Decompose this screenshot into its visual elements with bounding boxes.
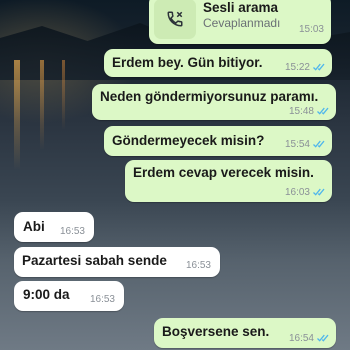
call-title: Sesli arama bbox=[203, 0, 279, 15]
message-bubble-outgoing[interactable]: Erdem bey. Gün bitiyor. 15:22 bbox=[104, 49, 332, 77]
message-time-text: 16:03 bbox=[284, 187, 310, 198]
message-text: Erdem bey. Gün bitiyor. bbox=[112, 55, 263, 70]
message-time: 16:54 bbox=[289, 333, 330, 344]
missed-call-bubble[interactable]: Sesli arama Cevaplanmadı 15:03 bbox=[149, 0, 331, 44]
message-time-text: 16:54 bbox=[288, 333, 314, 344]
read-ticks-icon bbox=[317, 334, 330, 342]
missed-call-phone-icon bbox=[154, 0, 196, 39]
message-text: 9:00 da bbox=[23, 287, 70, 302]
message-bubble-incoming[interactable]: Abi 16:53 bbox=[14, 212, 94, 242]
message-text: Neden göndermiyorsunuz paramı. bbox=[100, 89, 319, 104]
call-subtitle: Cevaplanmadı bbox=[203, 16, 281, 30]
message-time: 15:22 bbox=[285, 62, 326, 73]
call-time: 15:03 bbox=[298, 24, 324, 35]
message-text: Pazartesi sabah sende bbox=[22, 253, 167, 268]
message-bubble-outgoing[interactable]: Neden göndermiyorsunuz paramı. 15:48 bbox=[92, 84, 336, 120]
message-bubble-incoming[interactable]: Pazartesi sabah sende 16:53 bbox=[14, 247, 220, 277]
message-time: 16:03 bbox=[285, 187, 326, 198]
message-time-text: 15:48 bbox=[288, 106, 314, 117]
message-bubble-outgoing[interactable]: Erdem cevap verecek misin. 16:03 bbox=[125, 160, 332, 202]
message-time: 16:53 bbox=[59, 226, 85, 237]
message-text: Göndermeyecek misin? bbox=[112, 133, 265, 148]
message-time: 15:54 bbox=[285, 139, 326, 150]
message-text: Boşversene sen. bbox=[162, 324, 270, 339]
message-time-text: 15:54 bbox=[284, 139, 310, 150]
message-time: 16:53 bbox=[185, 260, 211, 271]
message-text: Erdem cevap verecek misin. bbox=[133, 165, 314, 180]
read-ticks-icon bbox=[313, 188, 326, 196]
message-bubble-incoming[interactable]: 9:00 da 16:53 bbox=[14, 281, 124, 311]
message-text: Abi bbox=[23, 219, 45, 234]
read-ticks-icon bbox=[317, 107, 330, 115]
read-ticks-icon bbox=[313, 140, 326, 148]
read-ticks-icon bbox=[313, 63, 326, 71]
wallpaper-lights bbox=[0, 60, 90, 180]
message-time: 16:53 bbox=[89, 294, 115, 305]
message-time: 15:48 bbox=[289, 106, 330, 117]
message-time-text: 15:22 bbox=[284, 62, 310, 73]
message-bubble-outgoing[interactable]: Boşversene sen. 16:54 bbox=[154, 318, 336, 348]
message-bubble-outgoing[interactable]: Göndermeyecek misin? 15:54 bbox=[104, 126, 332, 156]
